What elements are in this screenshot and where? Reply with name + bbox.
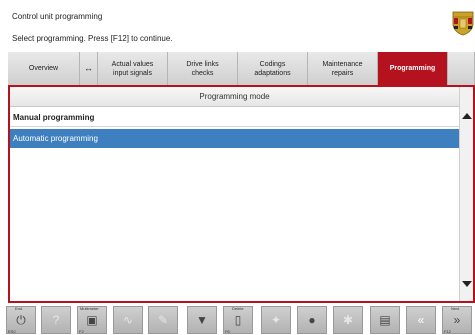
window-title: Control unit programming [12, 12, 103, 21]
programming-mode-panel: Programming mode Manual programming Auto… [8, 85, 475, 303]
next-label: Next [451, 306, 460, 311]
question-icon: ? [52, 313, 60, 327]
next-key: F12 [444, 329, 451, 334]
circle-icon: ● [308, 313, 316, 327]
panel-header: Programming mode [10, 87, 459, 107]
delete-key: F6 [225, 329, 230, 334]
function-toolbar: End ⏻ ESC ? Multimeter ▣ F2 ∿ ✎ ▼ Delete… [0, 303, 475, 335]
tab-actual-values[interactable]: Actual values input signals [98, 52, 168, 85]
filter-button[interactable]: ▼ [187, 306, 217, 334]
end-key: ESC [8, 329, 17, 334]
multimeter-icon: ▣ [86, 313, 98, 327]
multimeter-label: Multimeter [80, 306, 99, 311]
document-button[interactable]: ▤ [370, 306, 400, 334]
record-button[interactable]: ● [297, 306, 327, 334]
list-item-automatic-programming[interactable]: Automatic programming [10, 129, 459, 148]
delete-label: Delete [232, 306, 244, 311]
back-button[interactable]: « [406, 306, 436, 334]
tab-more[interactable] [448, 52, 475, 85]
info-icon: ✱ [342, 313, 354, 327]
double-chevron-left-icon: « [417, 313, 425, 327]
delete-button[interactable]: Delete ▯ F6 [223, 306, 253, 334]
list-item-manual-programming[interactable]: Manual programming [10, 108, 459, 127]
end-label: End [15, 306, 23, 311]
header: Control unit programming Select programm… [0, 0, 475, 50]
scroll-down-icon[interactable] [462, 281, 472, 287]
tab-drive-links[interactable]: Drive links checks [168, 52, 238, 85]
tab-maintenance[interactable]: Maintenance repairs [308, 52, 378, 85]
document-icon: ▤ [379, 313, 391, 327]
pencil-icon: ✎ [157, 313, 169, 327]
power-icon: ⏻ [16, 312, 26, 327]
oscilloscope-button[interactable]: ∿ [113, 306, 143, 334]
tab-programming[interactable]: Programming [378, 52, 448, 85]
double-chevron-right-icon: » [453, 313, 461, 327]
end-button[interactable]: End ⏻ ESC [6, 306, 36, 334]
tab-bar: Overview ↔ Actual values input signals D… [8, 52, 475, 85]
multimeter-key: F2 [79, 329, 84, 334]
filter-icon: ▼ [196, 313, 208, 327]
tab-codings[interactable]: Codings adaptations [238, 52, 308, 85]
info-button[interactable]: ✱ [333, 306, 363, 334]
tool-button[interactable]: ✦ [261, 306, 291, 334]
instruction-text: Select programming. Press [F12] to conti… [12, 34, 173, 43]
edit-button[interactable]: ✎ [148, 306, 178, 334]
signal-icon: ∿ [122, 313, 134, 327]
trash-icon: ▯ [234, 313, 242, 327]
help-button[interactable]: ? [41, 306, 71, 334]
multimeter-button[interactable]: Multimeter ▣ F2 [77, 306, 107, 334]
tab-overview[interactable]: Overview [8, 52, 80, 85]
next-button[interactable]: Next » F12 [442, 306, 472, 334]
tab-arrow-icon[interactable]: ↔ [80, 52, 98, 85]
porsche-crest-logo [452, 11, 474, 36]
scroll-up-icon[interactable] [462, 113, 472, 119]
vertical-scrollbar[interactable] [459, 87, 473, 301]
wrench-icon: ✦ [270, 313, 282, 327]
